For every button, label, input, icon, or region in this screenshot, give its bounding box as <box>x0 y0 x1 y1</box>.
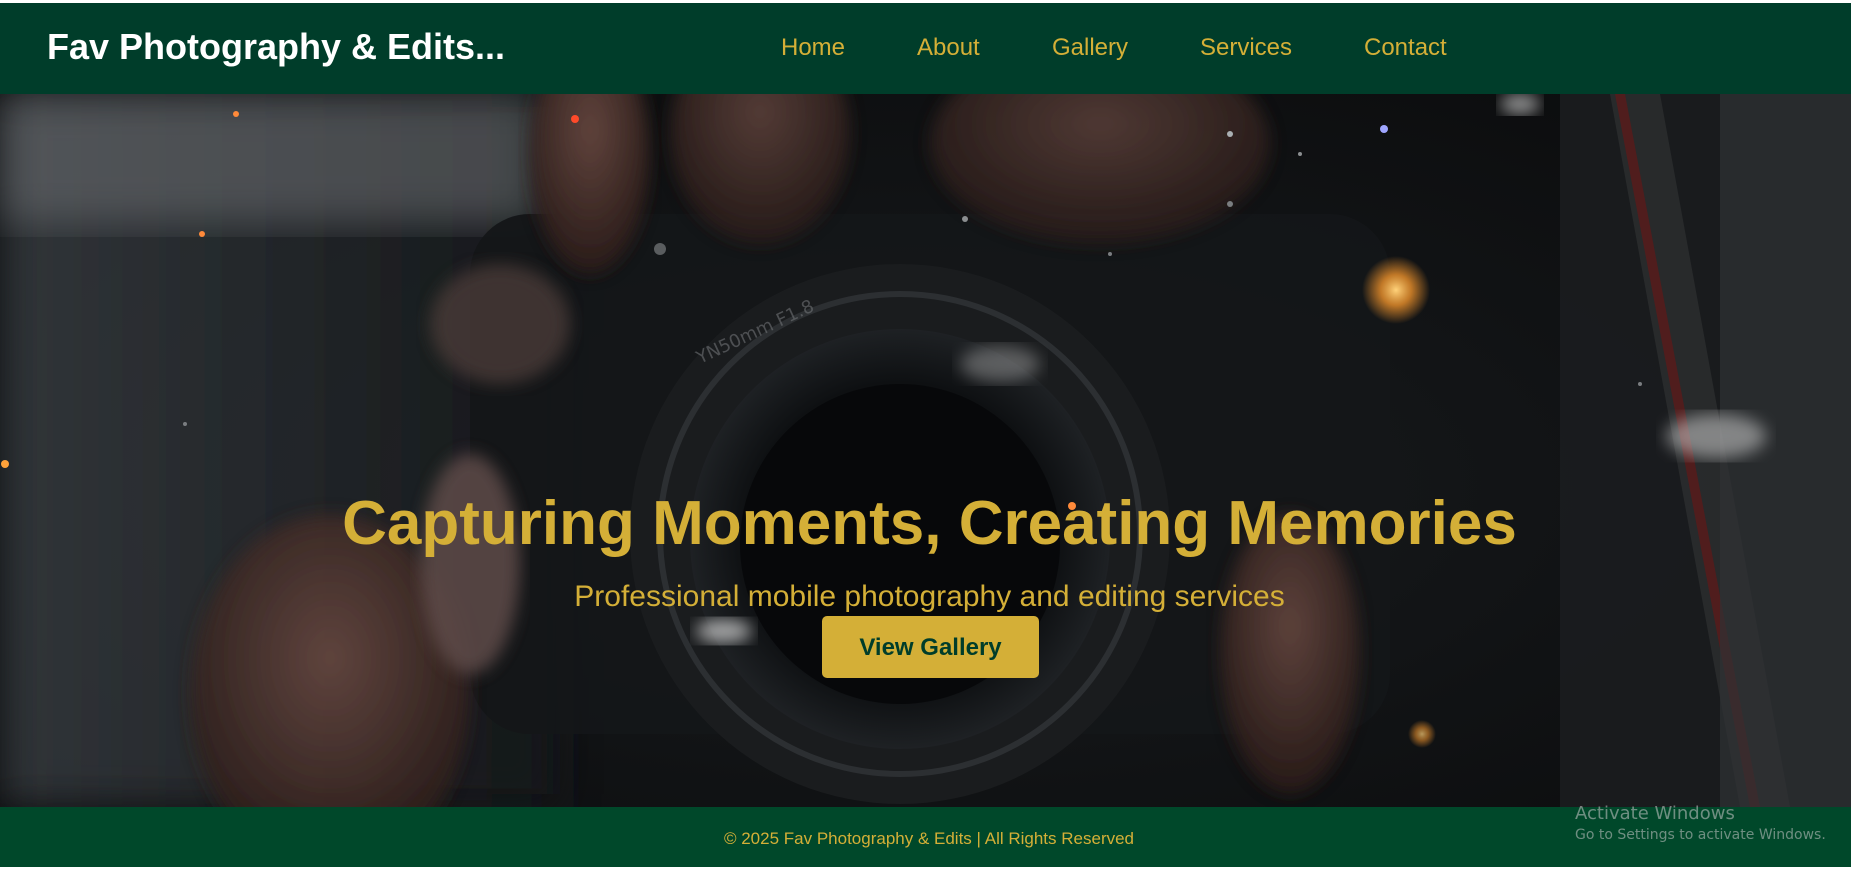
watermark-title: Activate Windows <box>1575 803 1735 824</box>
view-gallery-button[interactable]: View Gallery <box>822 616 1039 678</box>
hero-section: YN50mm F1.8 Capturing Moments, Creating … <box>0 94 1851 807</box>
hero-title: Capturing Moments, Creating Memories <box>342 488 1517 558</box>
footer-copyright: © 2025 Fav Photography & Edits | All Rig… <box>723 829 1135 848</box>
site-footer: © 2025 Fav Photography & Edits | All Rig… <box>0 807 1851 867</box>
page: Fav Photography & Edits... Home About Ga… <box>0 0 1851 870</box>
main-nav: Home About Gallery Services Contact <box>0 3 1851 94</box>
hero-subtitle: Professional mobile photography and edit… <box>574 580 1285 613</box>
nav-link-about[interactable]: About <box>917 34 980 62</box>
nav-link-contact[interactable]: Contact <box>1364 34 1447 62</box>
nav-link-home[interactable]: Home <box>781 34 845 62</box>
windows-activation-watermark: Activate Windows Go to Settings to activ… <box>1575 803 1826 843</box>
hero-background-image: YN50mm F1.8 <box>0 94 1851 807</box>
site-header: Fav Photography & Edits... Home About Ga… <box>0 3 1851 94</box>
nav-link-gallery[interactable]: Gallery <box>1052 34 1128 62</box>
watermark-subtitle: Go to Settings to activate Windows. <box>1575 827 1826 843</box>
nav-link-services[interactable]: Services <box>1200 34 1292 62</box>
